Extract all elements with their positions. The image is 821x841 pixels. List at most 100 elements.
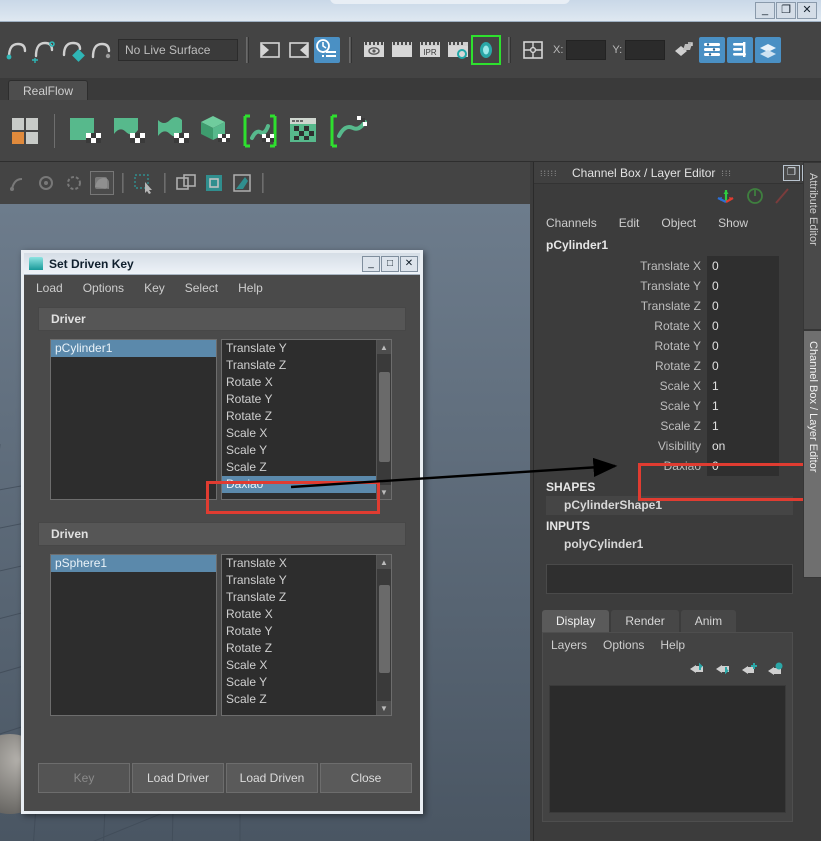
texture-icon[interactable] xyxy=(230,171,254,195)
create-layer-from-selected-icon[interactable] xyxy=(766,661,784,680)
output-connection-icon[interactable] xyxy=(286,37,312,63)
load-driver-button[interactable]: Load Driver xyxy=(132,763,224,793)
list-item[interactable]: pSphere1 xyxy=(51,555,216,572)
menu-options[interactable]: Options xyxy=(83,281,124,295)
channel-value[interactable]: 0 xyxy=(707,276,779,296)
plane-emitter-icon[interactable] xyxy=(65,112,103,150)
list-item[interactable]: Translate Z xyxy=(222,589,391,606)
restore-icon[interactable]: ❐ xyxy=(776,2,796,19)
drag-handle-left[interactable]: ⁞⁞⁞⁞⁞ xyxy=(540,170,566,176)
live-surface-field[interactable]: No Live Surface xyxy=(118,39,238,61)
show-channel-box-icon[interactable] xyxy=(755,37,782,63)
le-menu-options[interactable]: Options xyxy=(603,638,644,652)
load-driven-button[interactable]: Load Driven xyxy=(226,763,318,793)
sidebar-item-channel-box-layer-editor[interactable]: Channel Box / Layer Editor xyxy=(803,330,821,578)
scroll-up-icon[interactable]: ▲ xyxy=(377,340,391,354)
channel-row[interactable]: Scale Z 1 xyxy=(534,416,821,436)
close-button[interactable]: Close xyxy=(320,763,412,793)
move-layer-down-icon[interactable] xyxy=(714,661,732,680)
spline-node-icon[interactable] xyxy=(241,112,279,150)
channel-value[interactable]: 0 xyxy=(707,356,779,376)
list-item[interactable]: Translate Z xyxy=(222,357,391,374)
channel-value[interactable]: 0 xyxy=(707,256,779,276)
channel-value[interactable]: 1 xyxy=(707,416,779,436)
list-item[interactable]: pCylinder1 xyxy=(51,340,216,357)
channel-row[interactable]: Scale Y 1 xyxy=(534,396,821,416)
menu-help[interactable]: Help xyxy=(238,281,263,295)
snap-to-point-icon[interactable] xyxy=(58,36,86,64)
curve-emitter-icon[interactable] xyxy=(109,112,147,150)
minimize-icon[interactable]: _ xyxy=(755,2,775,19)
show-tool-settings-icon[interactable] xyxy=(727,37,754,63)
channel-value[interactable]: on xyxy=(707,436,779,456)
channel-row[interactable]: Visibility on xyxy=(534,436,821,456)
channel-row[interactable]: Scale X 1 xyxy=(534,376,821,396)
list-item[interactable]: Rotate X xyxy=(222,374,391,391)
select-by-hierarchy-icon[interactable] xyxy=(6,171,30,195)
scroll-down-icon[interactable]: ▼ xyxy=(377,701,391,715)
make-live-icon[interactable] xyxy=(86,36,114,64)
driver-attribute-scrollbar[interactable]: ▲ ▼ xyxy=(376,340,391,499)
duplicate-layer-icon[interactable] xyxy=(174,171,198,195)
driver-attribute-list[interactable]: Translate Y Translate Z Rotate X Rotate … xyxy=(221,339,392,500)
channel-box-empty-field[interactable] xyxy=(546,564,793,594)
tab-display[interactable]: Display xyxy=(542,610,610,632)
scrollbar-thumb[interactable] xyxy=(379,372,390,462)
cb-menu-object[interactable]: Object xyxy=(661,216,696,230)
channel-row[interactable]: Rotate Y 0 xyxy=(534,336,821,356)
snap-to-grid-icon[interactable] xyxy=(2,36,30,64)
x-coordinate-field[interactable] xyxy=(566,40,607,60)
shelf-tab-realflow[interactable]: RealFlow xyxy=(8,80,89,100)
list-item[interactable]: Rotate Z xyxy=(222,640,391,657)
cube-emitter-icon[interactable] xyxy=(197,112,235,150)
create-empty-layer-icon[interactable] xyxy=(740,661,758,680)
list-item[interactable]: Translate X xyxy=(222,555,391,572)
list-item[interactable]: Scale Z xyxy=(222,459,391,476)
window-controls[interactable]: _ ❐ ✕ xyxy=(755,2,817,19)
render-sequence-icon[interactable] xyxy=(389,37,415,63)
channel-row[interactable]: Translate Y 0 xyxy=(534,276,821,296)
list-item[interactable]: Rotate X xyxy=(222,606,391,623)
show-attribute-editor-icon[interactable] xyxy=(699,37,726,63)
driven-attribute-scrollbar[interactable]: ▲ ▼ xyxy=(376,555,391,715)
driven-object-list[interactable]: pSphere1 xyxy=(50,554,217,716)
tab-render[interactable]: Render xyxy=(611,610,679,632)
driver-object-list[interactable]: pCylinder1 xyxy=(50,339,217,500)
select-by-object-icon[interactable] xyxy=(34,171,58,195)
list-item[interactable]: Scale Z xyxy=(222,691,391,708)
scroll-down-icon[interactable]: ▼ xyxy=(377,485,391,499)
ipr-render-icon[interactable]: IPR xyxy=(417,37,443,63)
menu-key[interactable]: Key xyxy=(144,281,165,295)
list-item[interactable]: Rotate Z xyxy=(222,408,391,425)
list-item[interactable]: Rotate Y xyxy=(222,391,391,408)
scatter-node-icon[interactable] xyxy=(329,112,367,150)
select-by-component-icon[interactable] xyxy=(62,171,86,195)
realflow-mesh-icon[interactable] xyxy=(6,112,44,150)
le-menu-layers[interactable]: Layers xyxy=(551,638,587,652)
input-connection-icon[interactable] xyxy=(258,37,284,63)
render-settings-icon[interactable] xyxy=(445,37,471,63)
channel-row[interactable]: Rotate Z 0 xyxy=(534,356,821,376)
fill-emitter-icon[interactable] xyxy=(153,112,191,150)
le-menu-help[interactable]: Help xyxy=(660,638,685,652)
shape-item[interactable]: pCylinderShape1 xyxy=(546,496,793,515)
select-tool-icon[interactable] xyxy=(132,171,156,195)
tab-anim[interactable]: Anim xyxy=(680,610,737,632)
channel-row[interactable]: Translate Z 0 xyxy=(534,296,821,316)
channel-value[interactable]: 0 xyxy=(707,296,779,316)
scrollbar-thumb[interactable] xyxy=(379,585,390,673)
channel-value[interactable]: 1 xyxy=(707,396,779,416)
channel-value[interactable]: 0 xyxy=(707,456,779,476)
menu-load[interactable]: Load xyxy=(36,281,63,295)
sidebar-item-attribute-editor[interactable]: Attribute Editor xyxy=(803,162,821,330)
manipulator-axis-icon[interactable] xyxy=(715,186,737,209)
list-item[interactable]: Scale X xyxy=(222,425,391,442)
close-icon[interactable]: ✕ xyxy=(797,2,817,19)
snap-to-curve-icon[interactable] xyxy=(30,36,58,64)
cb-menu-channels[interactable]: Channels xyxy=(546,216,597,230)
cb-menu-edit[interactable]: Edit xyxy=(619,216,640,230)
dialog-window-controls[interactable]: _ □ ✕ xyxy=(362,255,418,272)
render-current-frame-icon[interactable] xyxy=(361,37,387,63)
select-mask-icon[interactable] xyxy=(90,171,114,195)
menu-select[interactable]: Select xyxy=(185,281,218,295)
